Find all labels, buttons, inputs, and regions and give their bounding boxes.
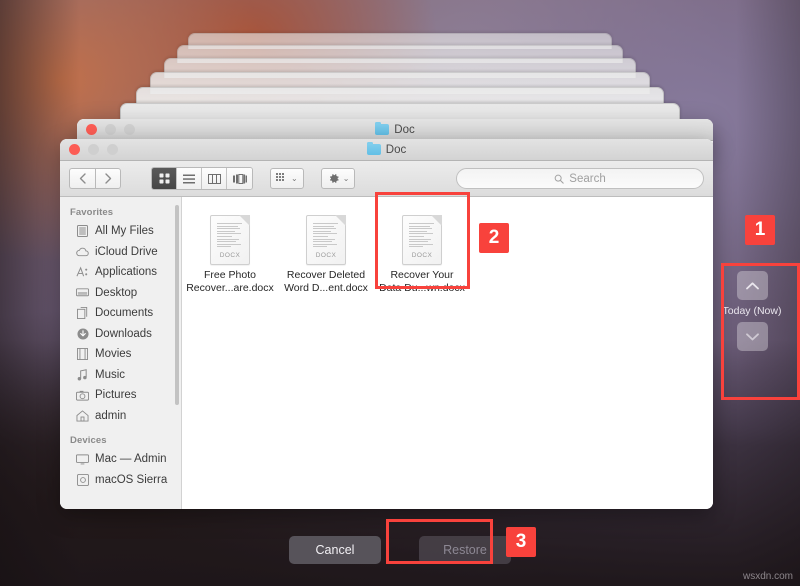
background-traffic-lights bbox=[77, 124, 135, 135]
gear-icon bbox=[327, 172, 340, 185]
sidebar-item-label: Downloads bbox=[95, 328, 152, 340]
sidebar-item-icloud-drive[interactable]: iCloud Drive bbox=[60, 242, 181, 263]
file-item[interactable]: DOCX Free Photo Recover...are.docx bbox=[182, 211, 278, 294]
file-name-line1: Free Photo bbox=[204, 269, 256, 281]
home-icon bbox=[76, 409, 89, 422]
chevron-down-icon: ⌄ bbox=[291, 174, 298, 183]
icon-view-button[interactable] bbox=[152, 168, 177, 189]
arrange-icon bbox=[276, 173, 288, 184]
sidebar-item-applications[interactable]: Applications bbox=[60, 262, 181, 283]
sidebar-item-label: Movies bbox=[95, 348, 131, 360]
file-item[interactable]: DOCX Recover Deleted Word D...ent.docx bbox=[278, 211, 374, 294]
sidebar-item-label: All My Files bbox=[95, 225, 154, 237]
file-type-label: DOCX bbox=[307, 252, 345, 259]
sidebar-item-label: Music bbox=[95, 369, 125, 381]
file-name: Free Photo Recover...are.docx bbox=[184, 269, 276, 294]
background-window-title-text: Doc bbox=[394, 124, 414, 136]
window-titlebar: Doc bbox=[60, 139, 713, 161]
movies-icon bbox=[76, 348, 89, 361]
sidebar-item-label: Mac — Admin bbox=[95, 453, 167, 465]
docx-file-icon: DOCX bbox=[306, 215, 346, 265]
annotation-box-timemachine bbox=[721, 263, 800, 400]
sidebar-item-label: Documents bbox=[95, 307, 153, 319]
column-view-button[interactable] bbox=[202, 168, 227, 189]
sidebar-item-label: macOS Sierra bbox=[95, 474, 167, 486]
background-window-title: Doc bbox=[77, 124, 713, 136]
action-dropdown[interactable]: ⌄ bbox=[321, 168, 356, 189]
close-button[interactable] bbox=[86, 124, 97, 135]
background-window-titlebar: Doc bbox=[77, 119, 713, 141]
annotation-badge-2: 2 bbox=[479, 223, 509, 253]
view-mode-segmented-control bbox=[151, 167, 253, 190]
file-name-line2: Word D...ent.docx bbox=[284, 282, 368, 294]
file-name-line2: Recover...are.docx bbox=[186, 282, 274, 294]
downloads-icon bbox=[76, 327, 89, 340]
window-title-text: Doc bbox=[386, 144, 406, 156]
folder-icon bbox=[375, 124, 389, 135]
sidebar-item-pictures[interactable]: Pictures bbox=[60, 385, 181, 406]
disk-icon bbox=[76, 473, 89, 486]
folder-icon bbox=[367, 144, 381, 155]
search-field[interactable]: Search bbox=[456, 168, 704, 189]
navigation-buttons bbox=[69, 168, 121, 189]
minimize-button[interactable] bbox=[105, 124, 116, 135]
sidebar-section-header-devices: Devices bbox=[60, 426, 181, 449]
sidebar-item-label: Desktop bbox=[95, 287, 137, 299]
sidebar-item-desktop[interactable]: Desktop bbox=[60, 283, 181, 304]
window-title: Doc bbox=[60, 144, 713, 156]
docx-file-icon: DOCX bbox=[210, 215, 250, 265]
traffic-lights bbox=[60, 144, 118, 155]
close-button[interactable] bbox=[69, 144, 80, 155]
all-my-files-icon bbox=[76, 225, 89, 238]
desktop-icon bbox=[76, 286, 89, 299]
back-button[interactable] bbox=[69, 168, 95, 189]
annotation-badge-1: 1 bbox=[745, 215, 775, 245]
minimize-button[interactable] bbox=[88, 144, 99, 155]
maximize-button[interactable] bbox=[124, 124, 135, 135]
annotation-box-file bbox=[375, 192, 470, 289]
sidebar: Favorites All My Files iCloud Drive Appl… bbox=[60, 197, 182, 509]
music-icon bbox=[76, 368, 89, 381]
sidebar-scrollbar[interactable] bbox=[175, 205, 179, 405]
sidebar-item-movies[interactable]: Movies bbox=[60, 344, 181, 365]
sidebar-item-macos-sierra[interactable]: macOS Sierra bbox=[60, 470, 181, 491]
sidebar-item-downloads[interactable]: Downloads bbox=[60, 324, 181, 345]
display-icon bbox=[76, 453, 89, 466]
annotation-badge-3: 3 bbox=[506, 527, 536, 557]
icloud-icon bbox=[76, 245, 89, 258]
doc-lines bbox=[217, 223, 242, 247]
sidebar-item-label: Applications bbox=[95, 266, 157, 278]
chevron-down-icon: ⌄ bbox=[343, 174, 350, 183]
file-type-label: DOCX bbox=[211, 252, 249, 259]
sidebar-section-header-favorites: Favorites bbox=[60, 203, 181, 221]
documents-icon bbox=[76, 307, 89, 320]
sidebar-item-label: iCloud Drive bbox=[95, 246, 158, 258]
file-name-line1: Recover Deleted bbox=[287, 269, 365, 281]
sidebar-item-all-my-files[interactable]: All My Files bbox=[60, 221, 181, 242]
arrange-dropdown[interactable]: ⌄ bbox=[270, 168, 304, 189]
maximize-button[interactable] bbox=[107, 144, 118, 155]
coverflow-view-button[interactable] bbox=[227, 168, 252, 189]
cancel-button[interactable]: Cancel bbox=[289, 536, 381, 564]
search-placeholder: Search bbox=[569, 173, 605, 185]
sidebar-item-mac-admin[interactable]: Mac — Admin bbox=[60, 449, 181, 470]
list-view-button[interactable] bbox=[177, 168, 202, 189]
applications-icon bbox=[76, 266, 89, 279]
sidebar-item-documents[interactable]: Documents bbox=[60, 303, 181, 324]
sidebar-item-admin[interactable]: admin bbox=[60, 406, 181, 427]
annotation-box-restore bbox=[386, 519, 493, 564]
search-icon bbox=[554, 174, 564, 184]
pictures-icon bbox=[76, 389, 89, 402]
sidebar-item-label: Pictures bbox=[95, 389, 137, 401]
doc-lines bbox=[313, 223, 338, 247]
sidebar-item-music[interactable]: Music bbox=[60, 365, 181, 386]
forward-button[interactable] bbox=[95, 168, 121, 189]
watermark: wsxdn.com bbox=[743, 571, 793, 582]
file-name: Recover Deleted Word D...ent.docx bbox=[280, 269, 372, 294]
sidebar-item-label: admin bbox=[95, 410, 126, 422]
